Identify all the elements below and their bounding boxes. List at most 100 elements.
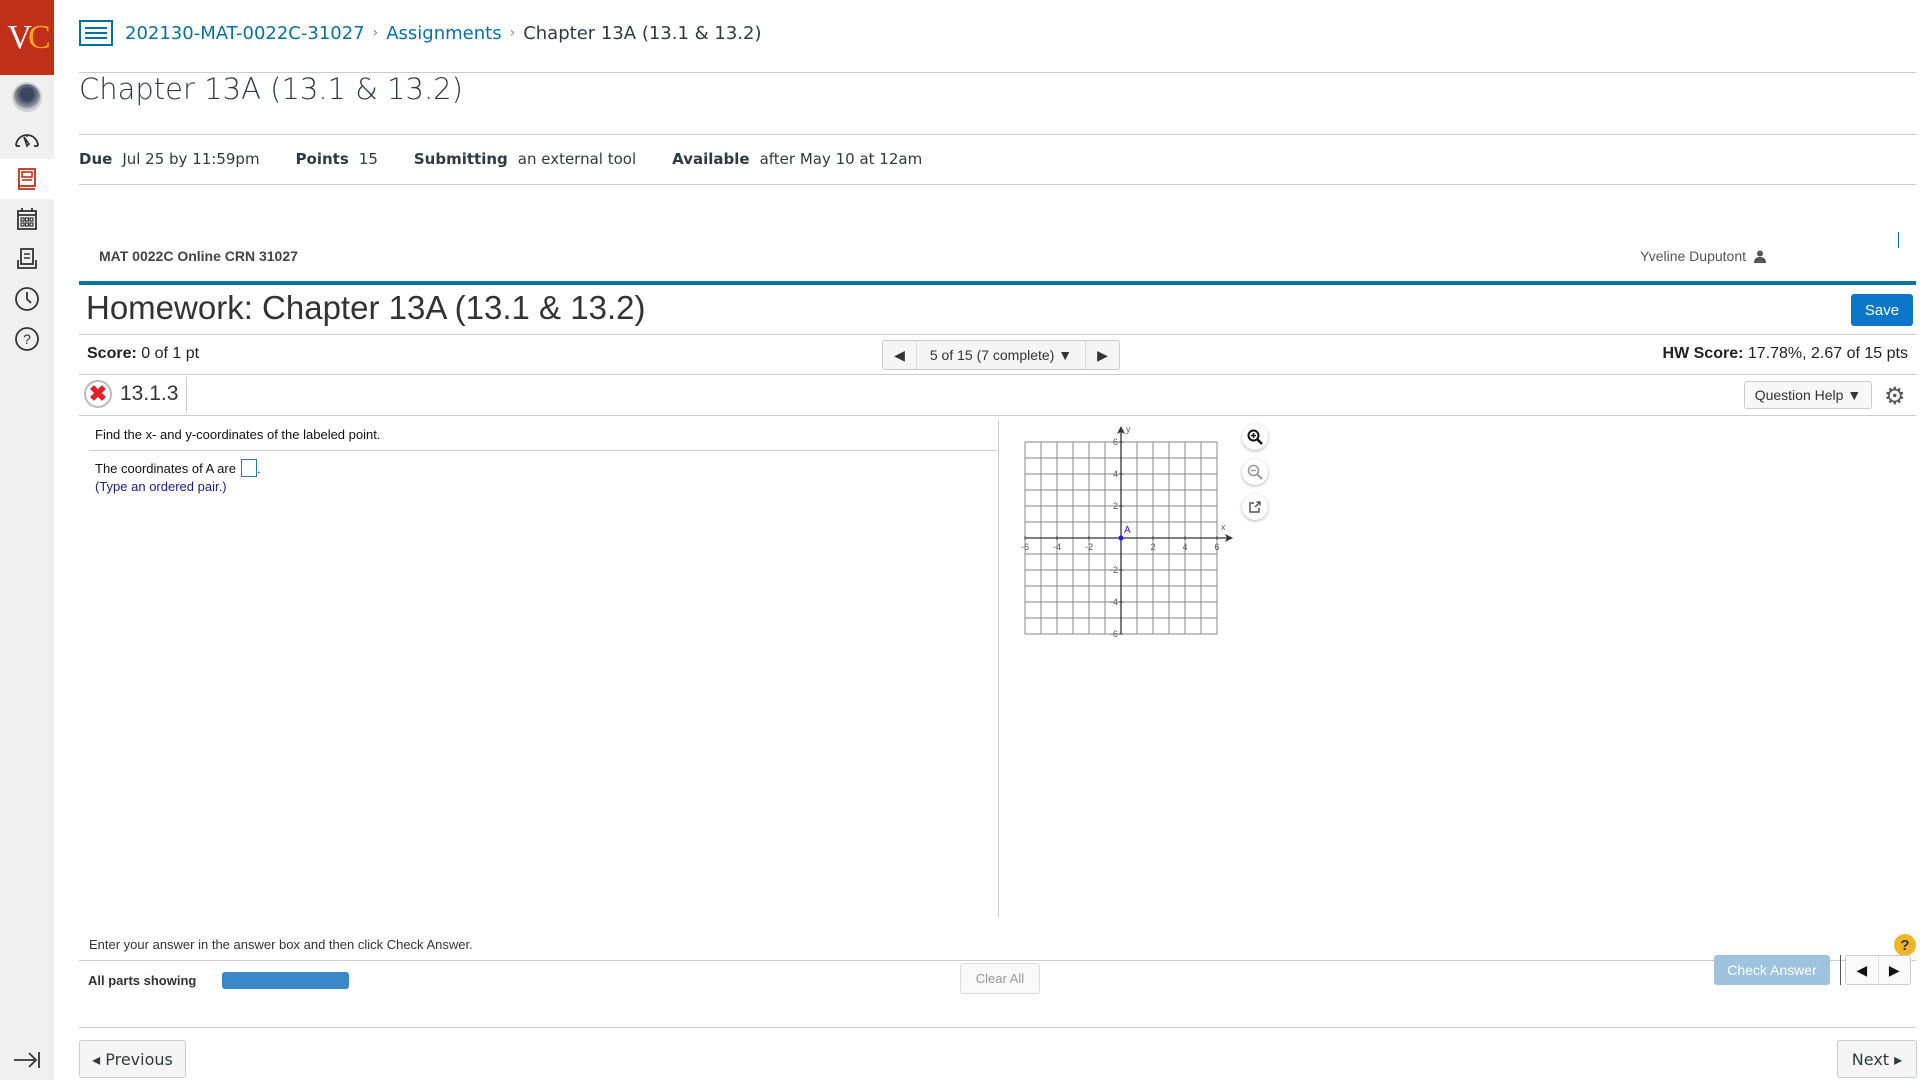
due-value: Jul 25 by 11:59pm bbox=[122, 150, 260, 168]
divider bbox=[79, 374, 1916, 375]
due-label: Due bbox=[79, 150, 113, 168]
breadcrumb-separator: › bbox=[372, 25, 379, 41]
parts-label: All parts showing bbox=[88, 973, 197, 988]
x-tick-label: -6 bbox=[1021, 542, 1029, 552]
nav-history[interactable] bbox=[0, 279, 54, 319]
submitting-value: an external tool bbox=[517, 150, 637, 168]
question-help-button[interactable]: Question Help ▼ bbox=[1744, 381, 1872, 409]
hw-score-value: 17.78%, 2.67 of 15 pts bbox=[1747, 345, 1908, 362]
x-tick-label: 6 bbox=[1214, 542, 1219, 552]
parts-progress-bar bbox=[222, 972, 349, 989]
points-value: 15 bbox=[358, 150, 378, 168]
y-tick-label: -2 bbox=[1110, 565, 1118, 575]
point-a-label: A bbox=[1124, 525, 1131, 536]
save-button[interactable]: Save bbox=[1851, 294, 1913, 326]
question-id: ✖ 13.1.3 bbox=[84, 380, 178, 408]
logo[interactable]: VC bbox=[0, 0, 54, 75]
triangle-right-icon: ▶ bbox=[1888, 961, 1900, 978]
zoom-in-button[interactable] bbox=[1242, 424, 1268, 450]
instructions: Enter your answer in the answer box and … bbox=[89, 937, 473, 952]
nav-account[interactable] bbox=[0, 75, 54, 119]
global-nav: VC ? bbox=[0, 0, 54, 1080]
y-tick-label: -6 bbox=[1110, 629, 1118, 639]
graph-canvas: x y -6 -4 -2 2 4 6 6 4 2 -2 -4 -6 A bbox=[1021, 424, 1233, 639]
caret-down-icon: ▼ bbox=[1058, 347, 1073, 363]
triangle-left-icon: ◀ bbox=[1856, 961, 1868, 978]
course-label: MAT 0022C Online CRN 31027 bbox=[99, 248, 298, 264]
divider bbox=[79, 134, 1916, 135]
avatar bbox=[12, 82, 42, 112]
divider bbox=[79, 960, 1916, 961]
nav-help[interactable]: ? bbox=[0, 319, 54, 359]
y-tick-label: 2 bbox=[1113, 501, 1118, 511]
triangle-right-icon: ▶ bbox=[1097, 346, 1108, 363]
bottom-prev-button[interactable]: ◀ bbox=[1846, 956, 1879, 984]
nav-dashboard[interactable] bbox=[0, 119, 54, 159]
divider bbox=[79, 1027, 1916, 1028]
breadcrumb-separator: › bbox=[509, 25, 516, 41]
question-select[interactable]: 5 of 15 (7 complete) ▼ bbox=[916, 341, 1086, 369]
breadcrumb-course[interactable]: 202130-MAT-0022C-31027 bbox=[125, 23, 365, 44]
divider bbox=[1840, 955, 1841, 985]
page-title: Chapter 13A (13.1 & 13.2) bbox=[79, 72, 463, 106]
collapse-arrow-icon bbox=[14, 1052, 40, 1068]
score-value: 0 of 1 pt bbox=[141, 345, 200, 362]
calendar-icon bbox=[17, 208, 37, 230]
bottom-next-button[interactable]: ▶ bbox=[1879, 956, 1911, 984]
caret-down-icon: ▼ bbox=[1847, 387, 1862, 403]
submitting-label: Submitting bbox=[413, 150, 508, 168]
assignment-details: Due Jul 25 by 11:59pm Points 15 Submitti… bbox=[79, 150, 958, 168]
tool-header-bar bbox=[79, 281, 1916, 285]
settings-gear-icon[interactable]: ⚙ bbox=[1884, 382, 1906, 411]
prev-question-button[interactable]: ◀ bbox=[883, 341, 916, 369]
breadcrumb-current: Chapter 13A (13.1 & 13.2) bbox=[523, 22, 762, 44]
clock-icon bbox=[15, 287, 39, 311]
breadcrumb-assignments[interactable]: Assignments bbox=[386, 23, 501, 44]
zoom-out-icon bbox=[1247, 464, 1263, 480]
collapse-nav-button[interactable] bbox=[12, 1050, 42, 1075]
question-help-label: Question Help bbox=[1754, 387, 1844, 403]
popout-button[interactable] bbox=[1242, 494, 1268, 520]
coordinate-graph: x y -6 -4 -2 2 4 6 6 4 2 -2 -4 -6 A bbox=[1010, 420, 1280, 650]
score-label: Score: bbox=[87, 345, 137, 362]
x-tick-label: -2 bbox=[1085, 542, 1093, 552]
previous-button[interactable]: ◂ Previous bbox=[79, 1040, 186, 1078]
y-tick-label: 4 bbox=[1113, 469, 1118, 479]
available-label: Available bbox=[672, 150, 750, 168]
x-tick-label: 2 bbox=[1150, 542, 1155, 552]
x-tick-label: 4 bbox=[1182, 542, 1187, 552]
answer-suffix: . bbox=[256, 460, 261, 476]
nav-inbox[interactable] bbox=[0, 239, 54, 279]
point-a bbox=[1118, 535, 1124, 541]
divider bbox=[186, 377, 187, 413]
nav-courses[interactable] bbox=[0, 159, 54, 199]
next-question-button[interactable]: ▶ bbox=[1086, 341, 1119, 369]
zoom-out-button[interactable] bbox=[1242, 459, 1268, 485]
answer-line: The coordinates of A are . bbox=[95, 459, 261, 477]
answer-input[interactable] bbox=[240, 459, 257, 477]
x-axis-label: x bbox=[1221, 522, 1226, 532]
bottom-question-nav: ◀ ▶ bbox=[1845, 955, 1911, 985]
user-info: Yveline Duputont bbox=[1640, 248, 1766, 264]
course-menu-toggle[interactable] bbox=[79, 20, 113, 46]
external-link-icon bbox=[1249, 501, 1261, 513]
hw-score: HW Score: 17.78%, 2.67 of 15 pts bbox=[1663, 345, 1908, 363]
next-button[interactable]: Next ▸ bbox=[1837, 1040, 1917, 1078]
clear-all-button[interactable]: Clear All bbox=[960, 963, 1040, 994]
hw-score-label: HW Score: bbox=[1662, 345, 1744, 362]
check-answer-button[interactable]: Check Answer bbox=[1714, 955, 1830, 985]
answer-hint: (Type an ordered pair.) bbox=[95, 479, 227, 494]
y-tick-label: -4 bbox=[1110, 597, 1118, 607]
nav-calendar[interactable] bbox=[0, 199, 54, 239]
question-number: 13.1.3 bbox=[120, 382, 179, 405]
user-icon bbox=[1754, 250, 1766, 263]
help-icon[interactable]: ? bbox=[1894, 934, 1916, 956]
x-tick-label: -4 bbox=[1053, 542, 1061, 552]
breadcrumb: 202130-MAT-0022C-31027 › Assignments › C… bbox=[79, 20, 762, 46]
question-score: Score: 0 of 1 pt bbox=[87, 345, 199, 363]
question-navigator: ◀ 5 of 15 (7 complete) ▼ ▶ bbox=[882, 340, 1120, 370]
y-axis-label: y bbox=[1126, 424, 1131, 434]
question-select-label: 5 of 15 (7 complete) bbox=[929, 347, 1055, 363]
svg-text:?: ? bbox=[23, 331, 31, 347]
dashboard-icon bbox=[15, 134, 39, 148]
